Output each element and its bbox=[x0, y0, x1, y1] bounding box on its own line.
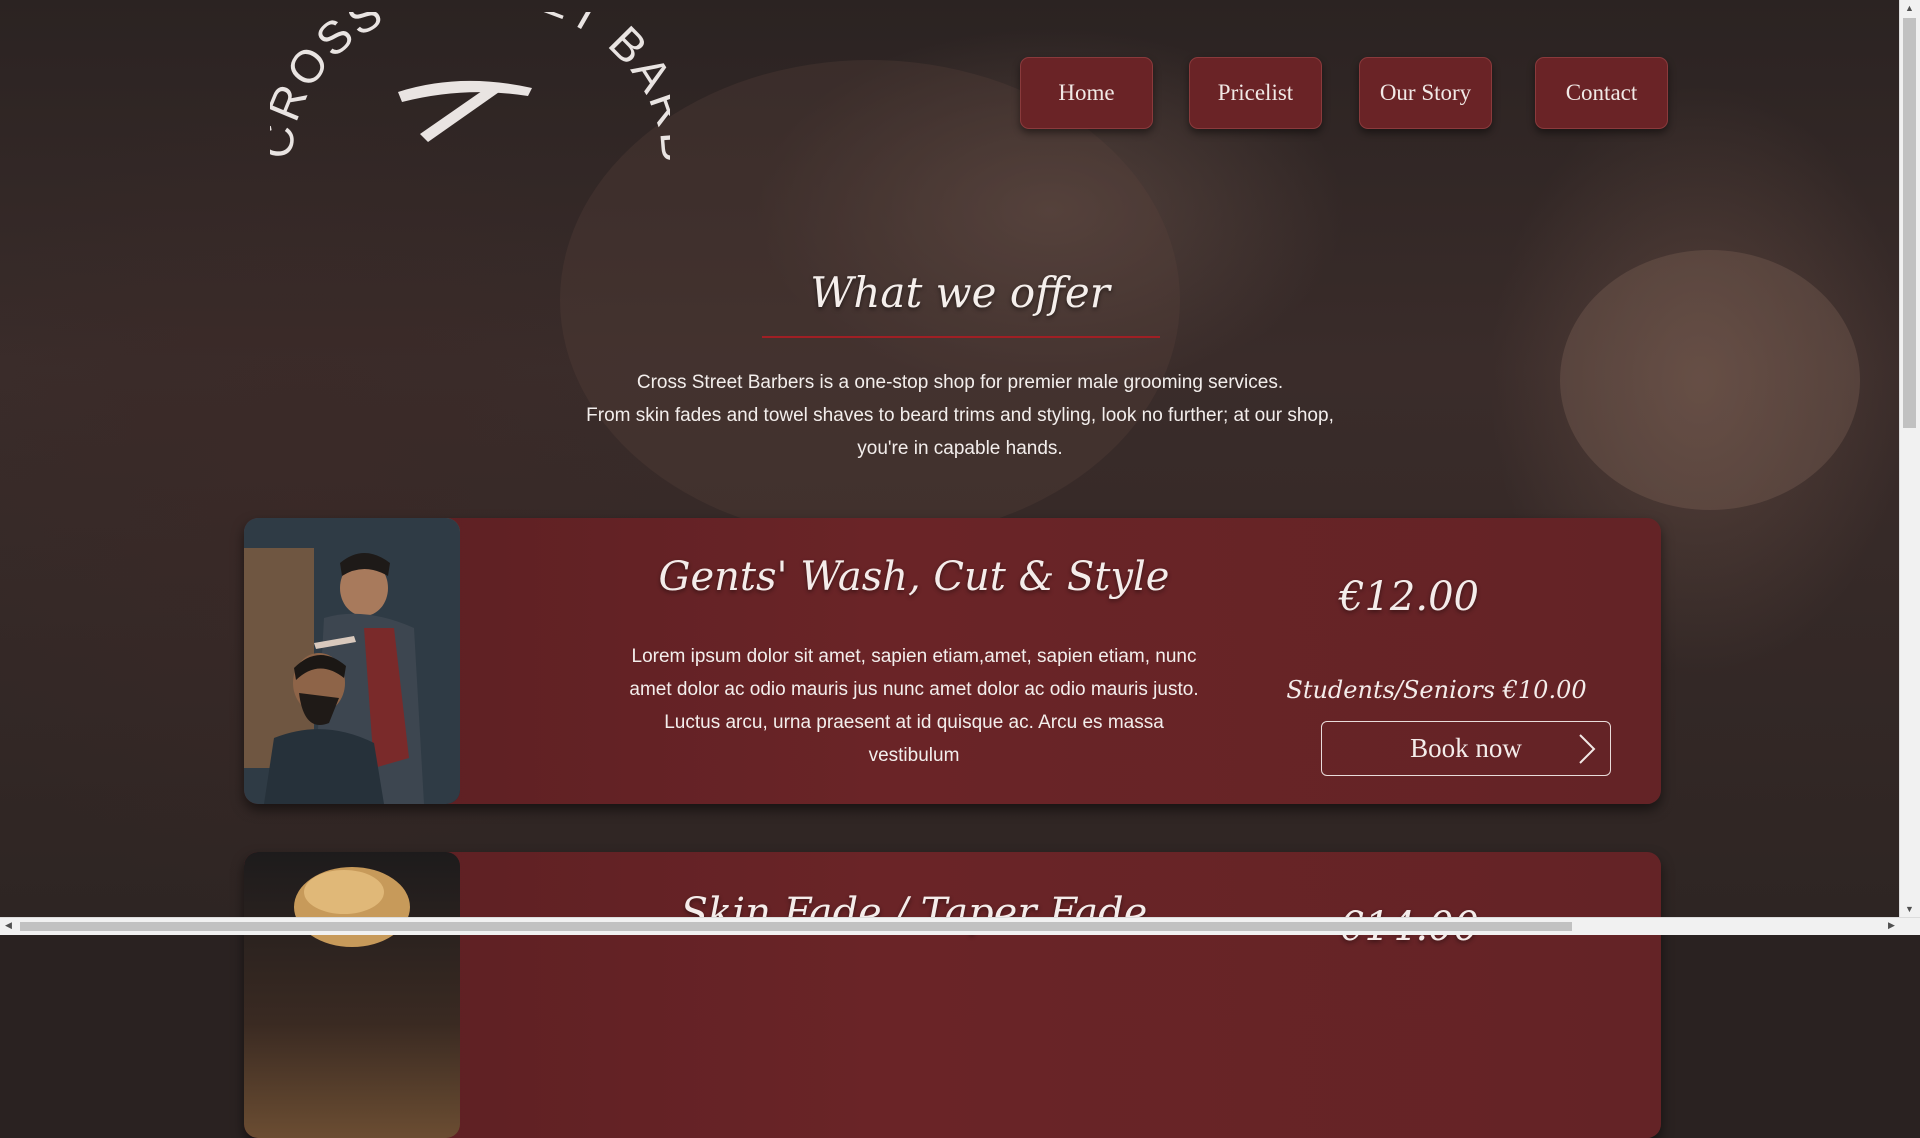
nav-our-story-label: Our Story bbox=[1379, 80, 1472, 105]
nav-pricelist-label: Pricelist bbox=[1217, 80, 1294, 105]
service-photo bbox=[244, 518, 460, 804]
nav-home-label: Home bbox=[1058, 80, 1115, 105]
service-title: Gents' Wash, Cut & Style bbox=[658, 554, 1170, 600]
section-title: What we offer bbox=[810, 268, 1110, 317]
fade-photo-image bbox=[294, 867, 410, 947]
vertical-scroll-thumb[interactable] bbox=[1903, 18, 1916, 428]
barber-photo-image bbox=[244, 518, 460, 804]
service-description: Lorem ipsum dolor sit amet, sapien etiam… bbox=[629, 646, 1199, 766]
chevron-right-icon bbox=[1579, 734, 1596, 764]
scroll-down-icon[interactable]: ▼ bbox=[1905, 904, 1914, 914]
vertical-scrollbar[interactable]: ▲ ▼ bbox=[1899, 0, 1920, 918]
service-photo bbox=[244, 852, 460, 1138]
nav-contact-button[interactable]: Contact bbox=[1535, 57, 1668, 129]
nav-home-button[interactable]: Home bbox=[1020, 57, 1153, 129]
intro-text: Cross Street Barbers is a one-stop shop … bbox=[585, 366, 1335, 465]
nav-contact-label: Contact bbox=[1565, 80, 1638, 105]
scroll-left-icon[interactable]: ◀ bbox=[5, 920, 12, 931]
book-now-label: Book now bbox=[1410, 733, 1522, 763]
service-card: Skin Fade / Taper Fade €14.00 bbox=[244, 852, 1661, 1138]
intro-line-2: From skin fades and towel shaves to bear… bbox=[586, 405, 1334, 459]
horizontal-scroll-thumb[interactable] bbox=[20, 922, 1572, 931]
scroll-right-icon[interactable]: ▶ bbox=[1888, 920, 1895, 931]
intro-line-1: Cross Street Barbers is a one-stop shop … bbox=[636, 372, 1284, 393]
title-divider bbox=[762, 336, 1160, 338]
horizontal-scrollbar[interactable]: ◀ ▶ bbox=[0, 917, 1920, 935]
razor-blade-icon bbox=[398, 80, 532, 102]
service-card: Gents' Wash, Cut & Style Lorem ipsum dol… bbox=[244, 518, 1661, 804]
concession-price: Students/Seniors €10.00 bbox=[1286, 676, 1587, 704]
logo-graphic: CROSS STREET BARBERS bbox=[249, 0, 702, 167]
scroll-up-icon[interactable]: ▲ bbox=[1905, 3, 1914, 13]
book-now-button[interactable]: Book now bbox=[1321, 721, 1611, 776]
nav-pricelist-button[interactable]: Pricelist bbox=[1189, 57, 1322, 129]
brand-logo[interactable]: CROSS STREET BARBERS bbox=[249, 0, 702, 172]
service-price: €12.00 bbox=[1339, 574, 1479, 620]
nav-our-story-button[interactable]: Our Story bbox=[1359, 57, 1492, 129]
